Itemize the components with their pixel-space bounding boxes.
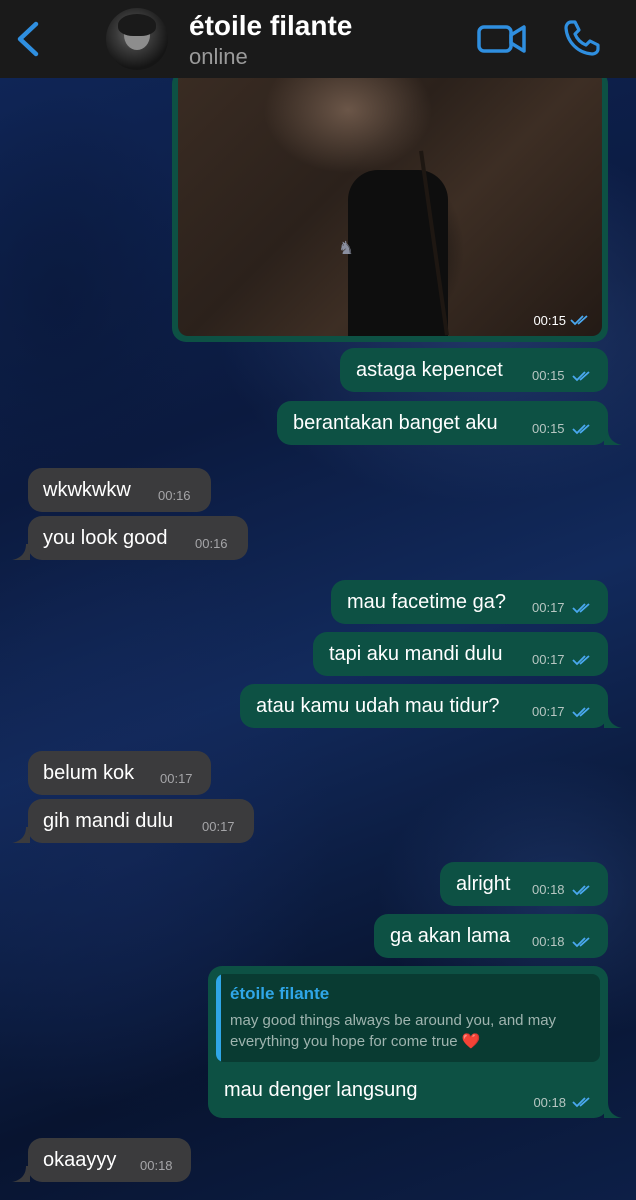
contact-name[interactable]: étoile filante: [189, 10, 352, 42]
avatar[interactable]: [106, 8, 168, 70]
message-time: 00:17: [532, 600, 565, 615]
quote-bar: [216, 974, 221, 1062]
incoming-message[interactable]: belum kok 00:17: [28, 751, 211, 795]
chat-header: étoile filante online: [0, 0, 636, 78]
double-check-icon: [572, 1097, 590, 1108]
message-text: gih mandi dulu: [43, 810, 174, 832]
message-time: 00:17: [532, 704, 565, 719]
photo[interactable]: ♞ 00:15: [178, 70, 602, 336]
avatar-hair: [118, 14, 156, 36]
video-camera-icon[interactable]: [476, 22, 528, 56]
message-text: tapi aku mandi dulu: [329, 643, 503, 665]
message-time: 00:17: [532, 652, 565, 667]
message-text: berantakan banget aku: [293, 412, 498, 434]
message-text: okaayyy: [43, 1149, 117, 1171]
message-text: belum kok: [43, 762, 135, 784]
message-time: 00:18: [533, 1095, 566, 1110]
outgoing-message[interactable]: tapi aku mandi dulu 00:17: [313, 632, 608, 676]
phone-icon[interactable]: [562, 18, 602, 58]
double-check-icon: [572, 707, 590, 718]
incoming-message[interactable]: okaayyy 00:18: [28, 1138, 191, 1182]
heart-icon: ❤️: [461, 1033, 481, 1050]
incoming-message[interactable]: gih mandi dulu 00:17: [28, 799, 254, 843]
outgoing-message[interactable]: mau facetime ga? 00:17: [331, 580, 608, 624]
double-check-icon: [570, 315, 588, 326]
message-text: alright: [456, 873, 511, 895]
message-text: ga akan lama: [390, 925, 511, 947]
message-time: 00:15: [532, 421, 565, 436]
outgoing-message[interactable]: alright 00:18: [440, 862, 608, 906]
message-text: mau denger langsung: [224, 1079, 418, 1101]
outgoing-reply-message[interactable]: étoile filante may good things always be…: [208, 966, 608, 1118]
message-time: 00:15: [532, 368, 565, 383]
message-text: astaga kepencet: [356, 359, 503, 381]
message-time: 00:15: [533, 313, 566, 328]
message-time: 00:18: [140, 1158, 173, 1173]
photo-logo: ♞: [338, 238, 355, 258]
message-time: 00:18: [532, 934, 565, 949]
outgoing-message[interactable]: berantakan banget aku 00:15: [277, 401, 608, 445]
double-check-icon: [572, 603, 590, 614]
outgoing-message[interactable]: atau kamu udah mau tidur? 00:17: [240, 684, 608, 728]
message-time: 00:17: [160, 771, 193, 786]
outgoing-message[interactable]: astaga kepencet 00:15: [340, 348, 608, 392]
quoted-text-body: may good things always be around you, an…: [230, 1012, 557, 1050]
incoming-message[interactable]: wkwkwkw 00:16: [28, 468, 211, 512]
message-time: 00:17: [202, 819, 235, 834]
contact-status: online: [189, 44, 248, 69]
double-check-icon: [572, 424, 590, 435]
quoted-author: étoile filante: [230, 984, 330, 1003]
chevron-left-icon[interactable]: [14, 20, 44, 58]
incoming-message[interactable]: you look good 00:16: [28, 516, 248, 560]
quoted-message[interactable]: étoile filante may good things always be…: [216, 974, 600, 1062]
outgoing-message[interactable]: ga akan lama 00:18: [374, 914, 608, 958]
double-check-icon: [572, 885, 590, 896]
double-check-icon: [572, 371, 590, 382]
message-text: wkwkwkw: [43, 479, 131, 501]
message-time: 00:16: [195, 536, 228, 551]
message-text: mau facetime ga?: [347, 591, 506, 613]
message-text: you look good: [43, 527, 168, 549]
message-text: atau kamu udah mau tidur?: [256, 695, 500, 717]
message-time: 00:18: [532, 882, 565, 897]
message-time: 00:16: [158, 488, 191, 503]
double-check-icon: [572, 655, 590, 666]
image-message[interactable]: ♞ 00:15: [172, 70, 608, 342]
double-check-icon: [572, 937, 590, 948]
quoted-text: may good things always be around you, an…: [230, 1010, 592, 1052]
